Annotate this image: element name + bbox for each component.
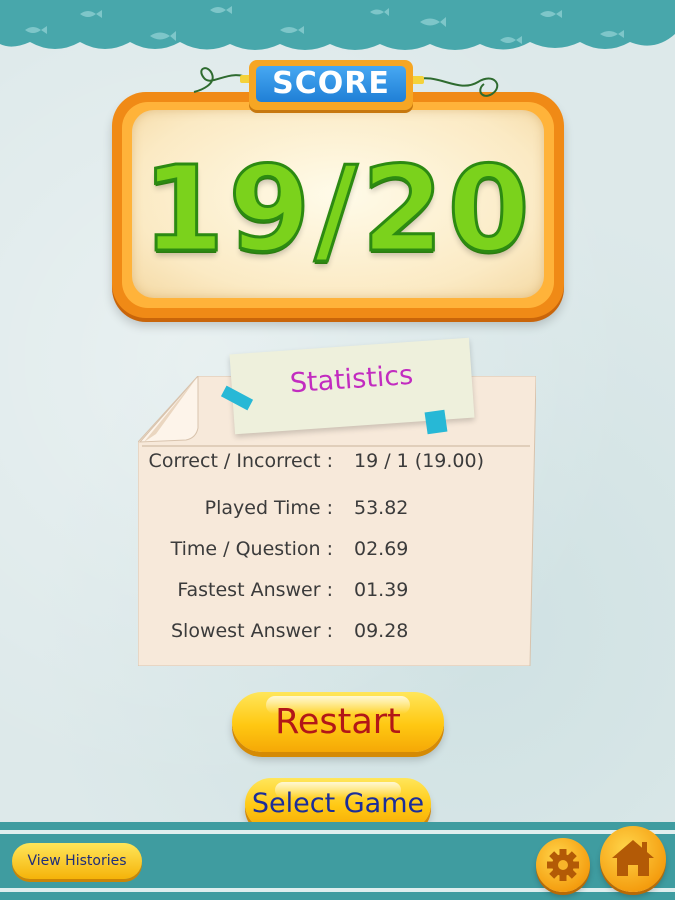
top-wave-band	[0, 0, 675, 50]
stat-row-correct-incorrect: Correct / Incorrect : 19 / 1 (19.00)	[0, 450, 675, 486]
tape-right	[424, 409, 448, 435]
gear-icon	[547, 849, 579, 881]
stat-value: 02.69	[354, 538, 409, 560]
settings-button[interactable]	[536, 838, 590, 892]
restart-button[interactable]: Restart	[232, 692, 444, 752]
stat-value: 19 / 1 (19.00)	[354, 450, 485, 472]
stat-value: 53.82	[354, 497, 409, 519]
view-histories-button[interactable]: View Histories	[12, 843, 142, 879]
score-label-badge: SCORE	[249, 60, 413, 110]
restart-button-label: Restart	[275, 702, 401, 742]
stat-row-slowest-answer: Slowest Answer : 09.28	[0, 620, 675, 656]
stat-row-fastest-answer: Fastest Answer : 01.39	[0, 579, 675, 615]
stat-label: Correct / Incorrect :	[148, 450, 333, 472]
statistics-title: Statistics	[288, 359, 415, 400]
stat-value: 09.28	[354, 620, 409, 642]
stat-label: Fastest Answer :	[177, 579, 333, 601]
score-label: SCORE	[256, 66, 406, 102]
stat-label: Slowest Answer :	[170, 620, 333, 642]
select-game-button-label: Select Game	[251, 788, 425, 819]
right-wire	[410, 76, 499, 97]
bottom-stripe	[0, 830, 675, 834]
view-histories-label: View Histories	[27, 853, 127, 869]
stat-value: 01.39	[354, 579, 409, 601]
score-value: 19/20	[141, 139, 534, 280]
stat-label: Played Time :	[204, 497, 333, 519]
stat-row-played-time: Played Time : 53.82	[0, 497, 675, 533]
home-icon	[612, 840, 654, 876]
score-board-frame: 19/20	[112, 92, 564, 318]
stat-row-time-per-question: Time / Question : 02.69	[0, 538, 675, 574]
stat-label: Time / Question :	[170, 538, 333, 560]
home-button[interactable]	[600, 826, 666, 892]
score-board: 19/20	[132, 110, 544, 298]
